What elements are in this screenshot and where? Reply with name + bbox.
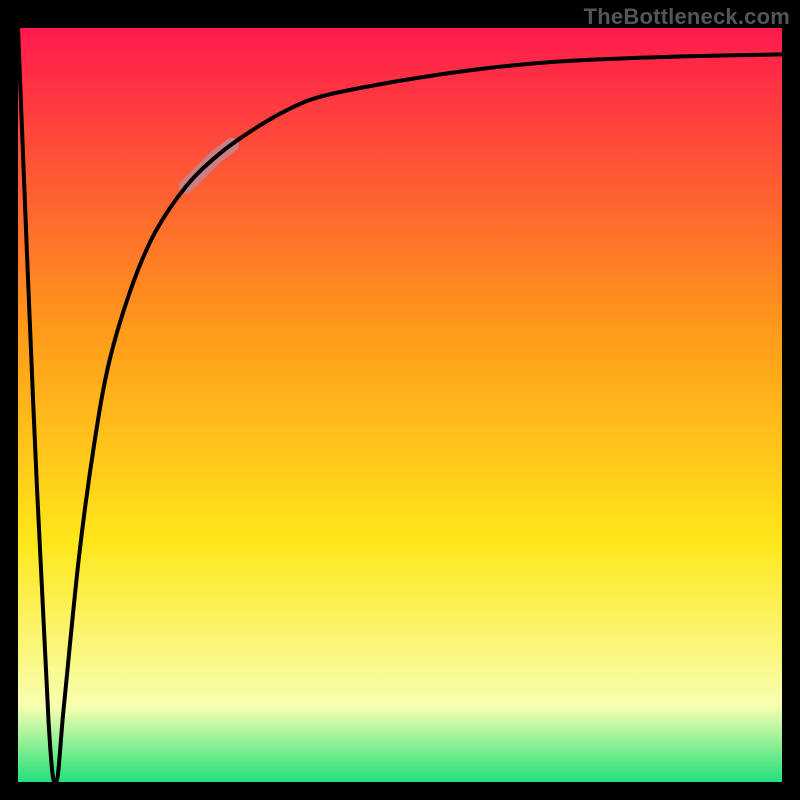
watermark-text: TheBottleneck.com — [584, 4, 790, 30]
chart-frame: TheBottleneck.com — [0, 0, 800, 800]
gradient-background — [18, 28, 782, 782]
plot-area — [18, 28, 782, 782]
bottleneck-chart — [18, 28, 782, 782]
